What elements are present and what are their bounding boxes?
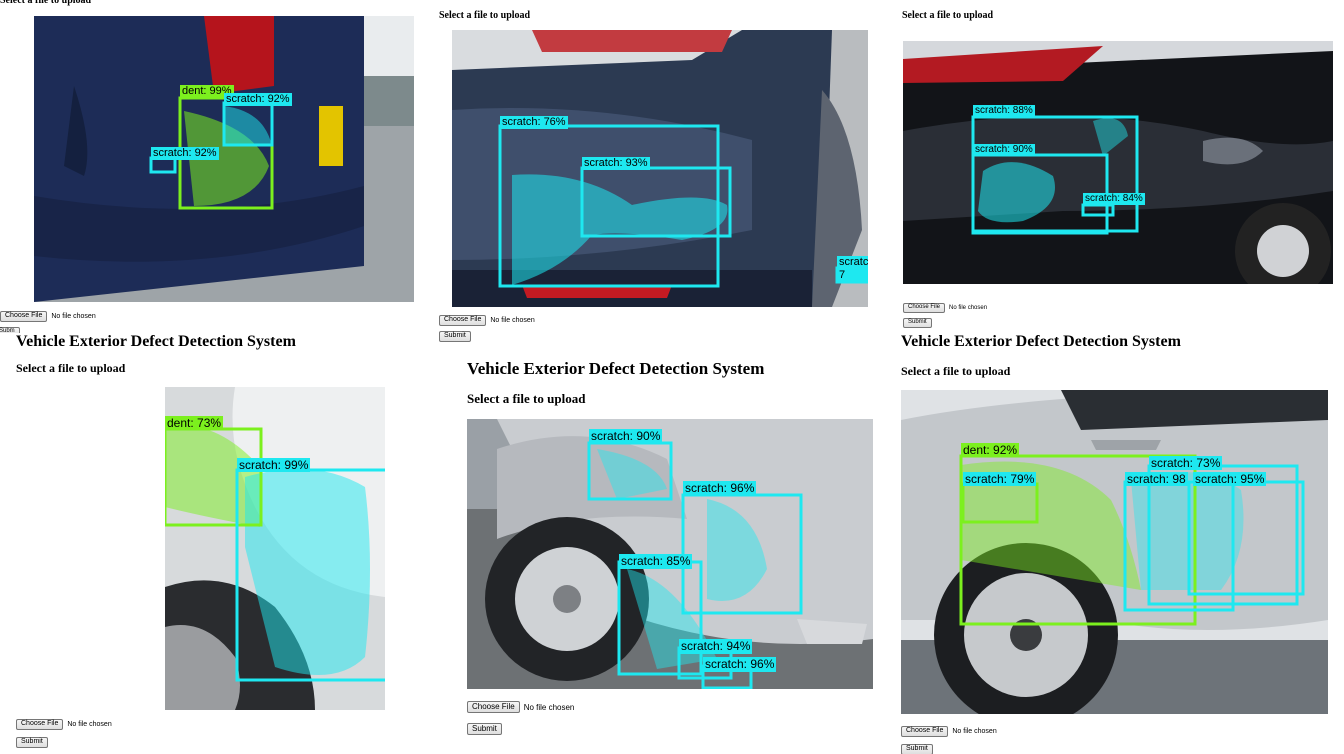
result-image: scratch: 76% scratch: 93% scratch: 7 (452, 30, 868, 307)
detection-label: scratch: 96% (703, 657, 777, 672)
panel-1: Select a file to upload dent: 99% scratc… (0, 0, 430, 337)
choose-file-button[interactable]: Choose File (439, 315, 487, 326)
choose-file-button[interactable]: Choose File (467, 701, 520, 713)
submit-row: Submit (16, 737, 48, 748)
no-file-text: No file chosen (949, 304, 988, 311)
result-image: scratch: 88% scratch: 90% scratch: 84% (903, 41, 1333, 284)
detection-label: scratch: 84% (1083, 193, 1145, 205)
submit-button[interactable]: Submit (903, 318, 932, 328)
file-input[interactable]: Choose File No file chosen (903, 303, 987, 313)
panel-2: Select a file to upload scratch: 76% scr… (437, 0, 887, 345)
no-file-text: No file chosen (51, 312, 96, 320)
submit-row: Submit (439, 331, 471, 342)
no-file-text: No file chosen (67, 720, 112, 728)
detection-label: dent: 92% (961, 443, 1020, 457)
file-input[interactable]: Choose File No file chosen (439, 315, 535, 326)
submit-button[interactable]: Submit (901, 744, 933, 754)
detection-label: scratch: 95% (1193, 472, 1267, 486)
detection-label: scratch: 90% (589, 429, 663, 444)
page-title: Vehicle Exterior Defect Detection System (16, 333, 296, 350)
page-title: Vehicle Exterior Defect Detection System (901, 333, 1181, 350)
page-title: Vehicle Exterior Defect Detection System (467, 359, 765, 378)
file-input[interactable]: Choose File No file chosen (0, 311, 96, 322)
choose-file-button[interactable]: Choose File (16, 719, 64, 730)
detection-label: scratch: 96% (683, 481, 757, 496)
submit-row: Submit (901, 744, 933, 754)
detection-label: dent: 73% (165, 416, 224, 430)
detection-label: scratch: 88% (973, 105, 1035, 117)
upload-prompt: Select a file to upload (439, 10, 531, 21)
result-image: dent: 73% scratch: 99% (165, 387, 385, 710)
panel-6: Vehicle Exterior Defect Detection System… (895, 333, 1344, 754)
detection-label: scratch: 98 (1125, 472, 1188, 486)
no-file-text: No file chosen (952, 727, 997, 735)
detection-label: scratch: 93% (582, 157, 650, 170)
result-image: dent: 92% scratch: 79% scratch: 73% scra… (901, 390, 1328, 714)
submit-button[interactable]: Submit (467, 723, 502, 735)
panel-4: Vehicle Exterior Defect Detection System… (0, 333, 430, 754)
submit-row: Submit (903, 318, 932, 328)
detection-label: scratch: 73% (1149, 456, 1223, 470)
detection-label: scratch: 7 (837, 256, 868, 282)
file-input[interactable]: Choose File No file chosen (16, 719, 112, 730)
upload-prompt: Select a file to upload (0, 0, 92, 6)
detection-label: scratch: 92% (224, 93, 292, 106)
submit-button[interactable]: Submit (16, 737, 48, 748)
result-image: dent: 99% scratch: 92% scratch: 92% (34, 16, 414, 302)
detection-label: scratch: 85% (619, 554, 693, 569)
detection-label: scratch: 79% (963, 472, 1037, 486)
detection-label: scratch: 99% (237, 458, 311, 472)
upload-prompt: Select a file to upload (16, 361, 126, 375)
choose-file-button[interactable]: Choose File (903, 303, 946, 313)
upload-prompt: Select a file to upload (901, 364, 1011, 378)
submit-row: Submit (467, 723, 502, 735)
no-file-text: No file chosen (523, 702, 575, 712)
choose-file-button[interactable]: Choose File (901, 726, 949, 737)
upload-prompt: Select a file to upload (467, 391, 586, 406)
panel-3: Select a file to upload scratch: 88% scr… (895, 0, 1344, 333)
detection-label: scratch: 76% (500, 116, 568, 129)
file-input[interactable]: Choose File No file chosen (467, 701, 574, 713)
no-file-text: No file chosen (490, 316, 535, 324)
panel-5: Vehicle Exterior Defect Detection System… (437, 348, 887, 754)
detection-label: scratch: 94% (679, 639, 753, 654)
choose-file-button[interactable]: Choose File (0, 311, 48, 322)
submit-button[interactable]: Submit (439, 331, 471, 342)
upload-prompt: Select a file to upload (902, 10, 994, 21)
detection-label: scratch: 90% (973, 144, 1035, 156)
file-input[interactable]: Choose File No file chosen (901, 726, 997, 737)
result-image: scratch: 90% scratch: 96% scratch: 85% s… (467, 419, 873, 689)
detection-label: scratch: 92% (151, 147, 219, 160)
